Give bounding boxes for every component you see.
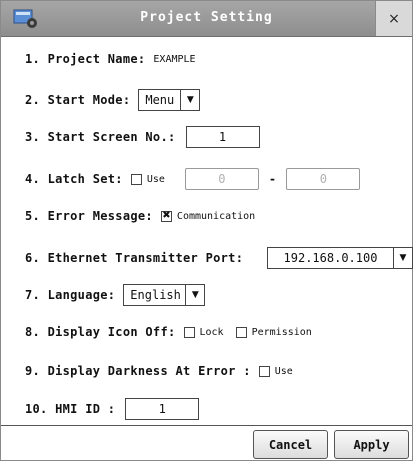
project-name-value: EXAMPLE [153,53,196,65]
latch-set-row: 4. Latch Set: Use 0 - 0 [25,165,361,193]
apply-button[interactable]: Apply [334,430,409,459]
title-bar: Project Setting × [1,1,412,37]
ethernet-port-value: 192.168.0.100 [283,251,378,265]
ethernet-port-label: 6. Ethernet Transmitter Port: [25,251,244,265]
project-name-label: 1. Project Name: [25,52,146,66]
close-icon: × [388,10,400,27]
start-mode-select[interactable]: Menu ▼ [138,89,201,111]
hmi-id-label: 10. HMI ID : [25,402,116,416]
language-value: English [130,288,181,302]
darkness-use-label: Use [274,365,293,377]
display-icon-off-label: 8. Display Icon Off: [25,325,176,339]
cancel-button[interactable]: Cancel [253,430,328,459]
ethernet-port-select[interactable]: 192.168.0.100 ▼ [267,247,413,269]
darkness-use-checkbox[interactable] [258,365,270,377]
chevron-down-icon: ▼ [185,285,204,305]
display-icon-off-row: 8. Display Icon Off: Lock Permission [25,318,312,346]
permission-label: Permission [251,326,312,338]
lock-checkbox[interactable] [183,326,195,338]
close-button[interactable]: × [375,1,412,36]
chevron-down-icon: ▼ [393,248,412,268]
hmi-id-row: 10. HMI ID : 1 [25,395,200,423]
latch-use-label: Use [146,173,165,185]
error-message-label: 5. Error Message: [25,209,153,223]
display-darkness-label: 9. Display Darkness At Error : [25,364,251,378]
error-message-row: 5. Error Message: ✖ Communication [25,202,255,230]
dialog-footer: Cancel Apply [1,425,412,461]
chevron-down-icon: ▼ [180,90,199,110]
permission-checkbox[interactable] [235,326,247,338]
communication-label: Communication [176,210,256,222]
start-mode-row: 2. Start Mode: Menu ▼ [25,86,201,114]
display-darkness-row: 9. Display Darkness At Error : Use [25,357,293,385]
ethernet-port-row: 6. Ethernet Transmitter Port: 192.168.0.… [25,244,413,272]
communication-checkbox[interactable]: ✖ [160,210,172,222]
start-mode-label: 2. Start Mode: [25,93,131,107]
start-screen-input[interactable]: 1 [185,126,260,148]
language-select[interactable]: English ▼ [123,284,206,306]
checkmark-icon: ✖ [162,210,171,221]
latch-set-label: 4. Latch Set: [25,172,123,186]
project-name-row: 1. Project Name: EXAMPLE [25,45,196,73]
latch-from-input[interactable]: 0 [184,168,259,190]
language-label: 7. Language: [25,288,116,302]
latch-range-separator: - [268,172,277,186]
language-row: 7. Language: English ▼ [25,281,206,309]
latch-to-input[interactable]: 0 [286,168,361,190]
hmi-id-input[interactable]: 1 [125,398,200,420]
project-setting-dialog: Project Setting × 1. Project Name: EXAMP… [0,0,413,461]
latch-use-checkbox[interactable] [130,173,142,185]
dialog-title: Project Setting [140,10,273,25]
start-screen-row: 3. Start Screen No.: 1 [25,123,260,151]
lock-label: Lock [199,326,224,338]
start-mode-value: Menu [145,93,175,107]
start-screen-label: 3. Start Screen No.: [25,130,176,144]
